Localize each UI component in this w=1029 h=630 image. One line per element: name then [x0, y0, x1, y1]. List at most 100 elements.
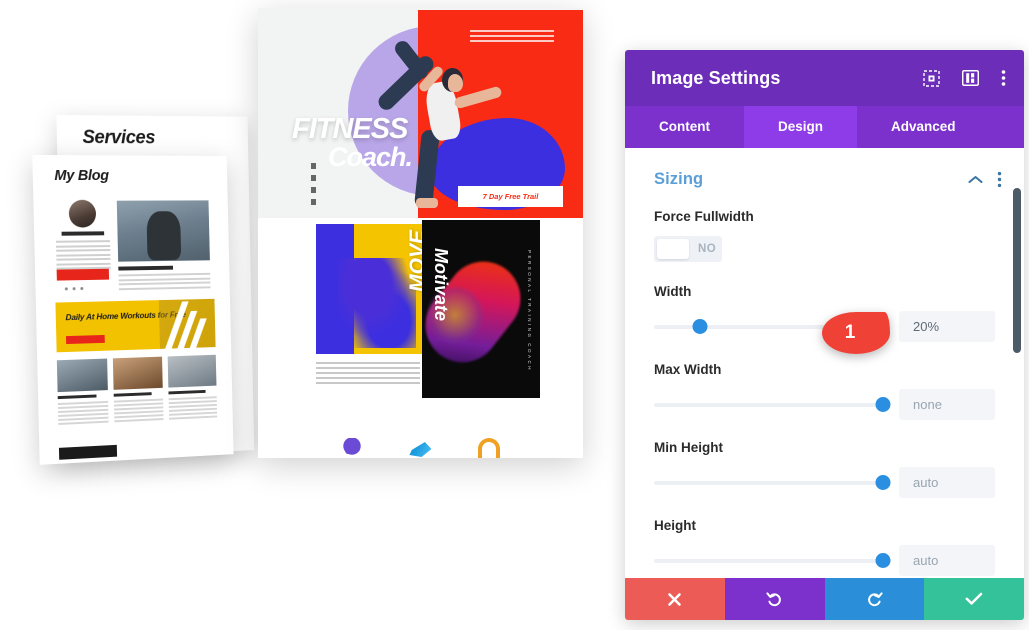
width-slider[interactable]: [654, 319, 885, 335]
chevron-up-icon[interactable]: [968, 175, 983, 184]
mockup-sheet-blog[interactable]: My Blog Daily At Home Workouts for Free: [32, 154, 234, 465]
field-width: Width 20%: [625, 284, 1024, 342]
panel-title: Image Settings: [651, 67, 781, 88]
min-height-value-input[interactable]: auto: [899, 467, 995, 498]
blog-post-card[interactable]: [56, 358, 109, 427]
blog-banner-button[interactable]: [66, 334, 105, 345]
save-button[interactable]: [924, 578, 1024, 620]
mockup-sheet-fitness[interactable]: FITNESS Coach. 7 Day Free Trail MOVE Mot…: [258, 8, 583, 458]
blog-post-excerpt: [118, 272, 211, 292]
field-label-force-fullwidth: Force Fullwidth: [654, 209, 754, 224]
max-width-value-input[interactable]: none: [899, 389, 995, 420]
slider-knob-height[interactable]: [875, 553, 891, 568]
max-width-slider-row: none: [654, 389, 995, 420]
toggle-knob[interactable]: [657, 239, 689, 259]
swimmer-icon: [409, 442, 432, 457]
blog-author-avatar: [68, 199, 97, 228]
close-icon: [667, 592, 682, 607]
close-button[interactable]: [625, 578, 725, 620]
blog-card-thumb: [167, 354, 217, 388]
section-actions: [968, 171, 1002, 188]
slider-knob-min-height[interactable]: [875, 475, 891, 490]
panel-footer-actions: [625, 578, 1024, 620]
panel-header: Image Settings: [625, 50, 1024, 106]
max-width-slider[interactable]: [654, 397, 891, 413]
blog-card-thumb: [112, 356, 163, 390]
slider-track[interactable]: [654, 402, 885, 407]
field-height: Height auto: [625, 518, 1024, 576]
blog-post-card[interactable]: [112, 356, 164, 425]
motivate-black-panel: Motivate PERSONAL TRAINING COACH: [422, 220, 540, 398]
hero-social-icons[interactable]: [311, 163, 316, 205]
field-label-min-height: Min Height: [654, 440, 723, 455]
hero-description-text: [470, 30, 554, 45]
check-icon: [965, 592, 983, 606]
width-value-input[interactable]: 20%: [899, 311, 995, 342]
panel-header-actions: [923, 69, 1006, 87]
tab-design[interactable]: Design: [744, 106, 858, 148]
scrollbar-thumb[interactable]: [1013, 188, 1021, 353]
panel-body: Sizing Force Fullwidth NO Width 20% Max …: [625, 148, 1024, 578]
layout-view-icon[interactable]: [962, 70, 979, 86]
undo-button[interactable]: [724, 578, 825, 620]
blog-post-heading: [118, 265, 174, 271]
blog-author-bio: [55, 240, 111, 272]
blog-hero-image: [116, 200, 210, 262]
field-label-max-width: Max Width: [654, 362, 722, 377]
section-title-sizing: Sizing: [654, 170, 704, 188]
slider-track[interactable]: [654, 324, 885, 329]
field-min-height: Min Height auto: [625, 440, 1024, 498]
runner-icon: [341, 438, 364, 458]
hero-cta-button[interactable]: 7 Day Free Trail: [458, 186, 563, 207]
height-slider[interactable]: [654, 553, 891, 569]
blog-card-lines: [57, 400, 109, 425]
blog-card-lines: [113, 398, 164, 423]
page-preview-canvas[interactable]: Services My Blog Daily At Home Workouts …: [0, 0, 625, 630]
image-settings-panel[interactable]: Image Settings Content Design Advanced S…: [625, 50, 1024, 620]
screen: Services My Blog Daily At Home Workouts …: [0, 0, 1029, 630]
min-height-slider-row: auto: [654, 467, 995, 498]
panel-scrollbar[interactable]: [1013, 148, 1021, 578]
field-force-fullwidth: Force Fullwidth NO: [625, 209, 1024, 264]
width-slider-row: 20%: [654, 311, 995, 342]
toggle-state-label: NO: [698, 243, 717, 255]
motivate-label: Motivate: [431, 248, 451, 322]
gym-arch-icon: [477, 438, 500, 458]
blog-card-title: [168, 389, 206, 395]
fullscreen-icon[interactable]: [923, 69, 940, 87]
blog-card-title: [57, 394, 97, 400]
blog-promo-banner[interactable]: Daily At Home Workouts for Free: [55, 298, 216, 353]
blog-title: My Blog: [54, 167, 109, 184]
fitness-hero-section: FITNESS Coach. 7 Day Free Trail: [258, 8, 583, 218]
blog-card-title: [113, 392, 152, 397]
motivate-caption: PERSONAL TRAINING COACH: [527, 250, 532, 373]
blog-card-thumb: [56, 358, 108, 393]
redo-icon: [866, 591, 883, 607]
force-fullwidth-toggle[interactable]: NO: [654, 236, 722, 262]
slider-track[interactable]: [654, 558, 885, 563]
field-label-height: Height: [654, 518, 696, 533]
slider-track[interactable]: [654, 480, 885, 485]
blog-post-grid: [56, 354, 219, 427]
min-height-slider[interactable]: [654, 475, 891, 491]
more-options-icon[interactable]: [1001, 69, 1006, 87]
fitness-feature-icons: [258, 438, 583, 458]
panel-tabs[interactable]: Content Design Advanced: [625, 106, 1024, 148]
services-title: Services: [82, 127, 156, 149]
slider-knob-max-width[interactable]: [875, 397, 891, 412]
more-options-icon[interactable]: [997, 171, 1002, 188]
blog-social-dots: [64, 287, 84, 291]
slider-knob-width[interactable]: [692, 319, 708, 334]
field-label-width: Width: [654, 284, 692, 299]
height-value-input[interactable]: auto: [899, 545, 995, 576]
blog-cta-button[interactable]: [56, 268, 110, 281]
sizing-section-header[interactable]: Sizing: [625, 148, 1024, 189]
tab-content[interactable]: Content: [625, 106, 744, 148]
blog-card-lines: [168, 396, 218, 420]
blog-post-card[interactable]: [167, 354, 218, 422]
fitness-middle-section: MOVE Motivate PERSONAL TRAINING COACH: [258, 220, 583, 400]
blog-banner-graphic: [158, 298, 216, 353]
tab-advanced[interactable]: Advanced: [857, 106, 990, 148]
redo-button[interactable]: [824, 578, 925, 620]
hero-headline-line2: Coach.: [328, 142, 413, 172]
